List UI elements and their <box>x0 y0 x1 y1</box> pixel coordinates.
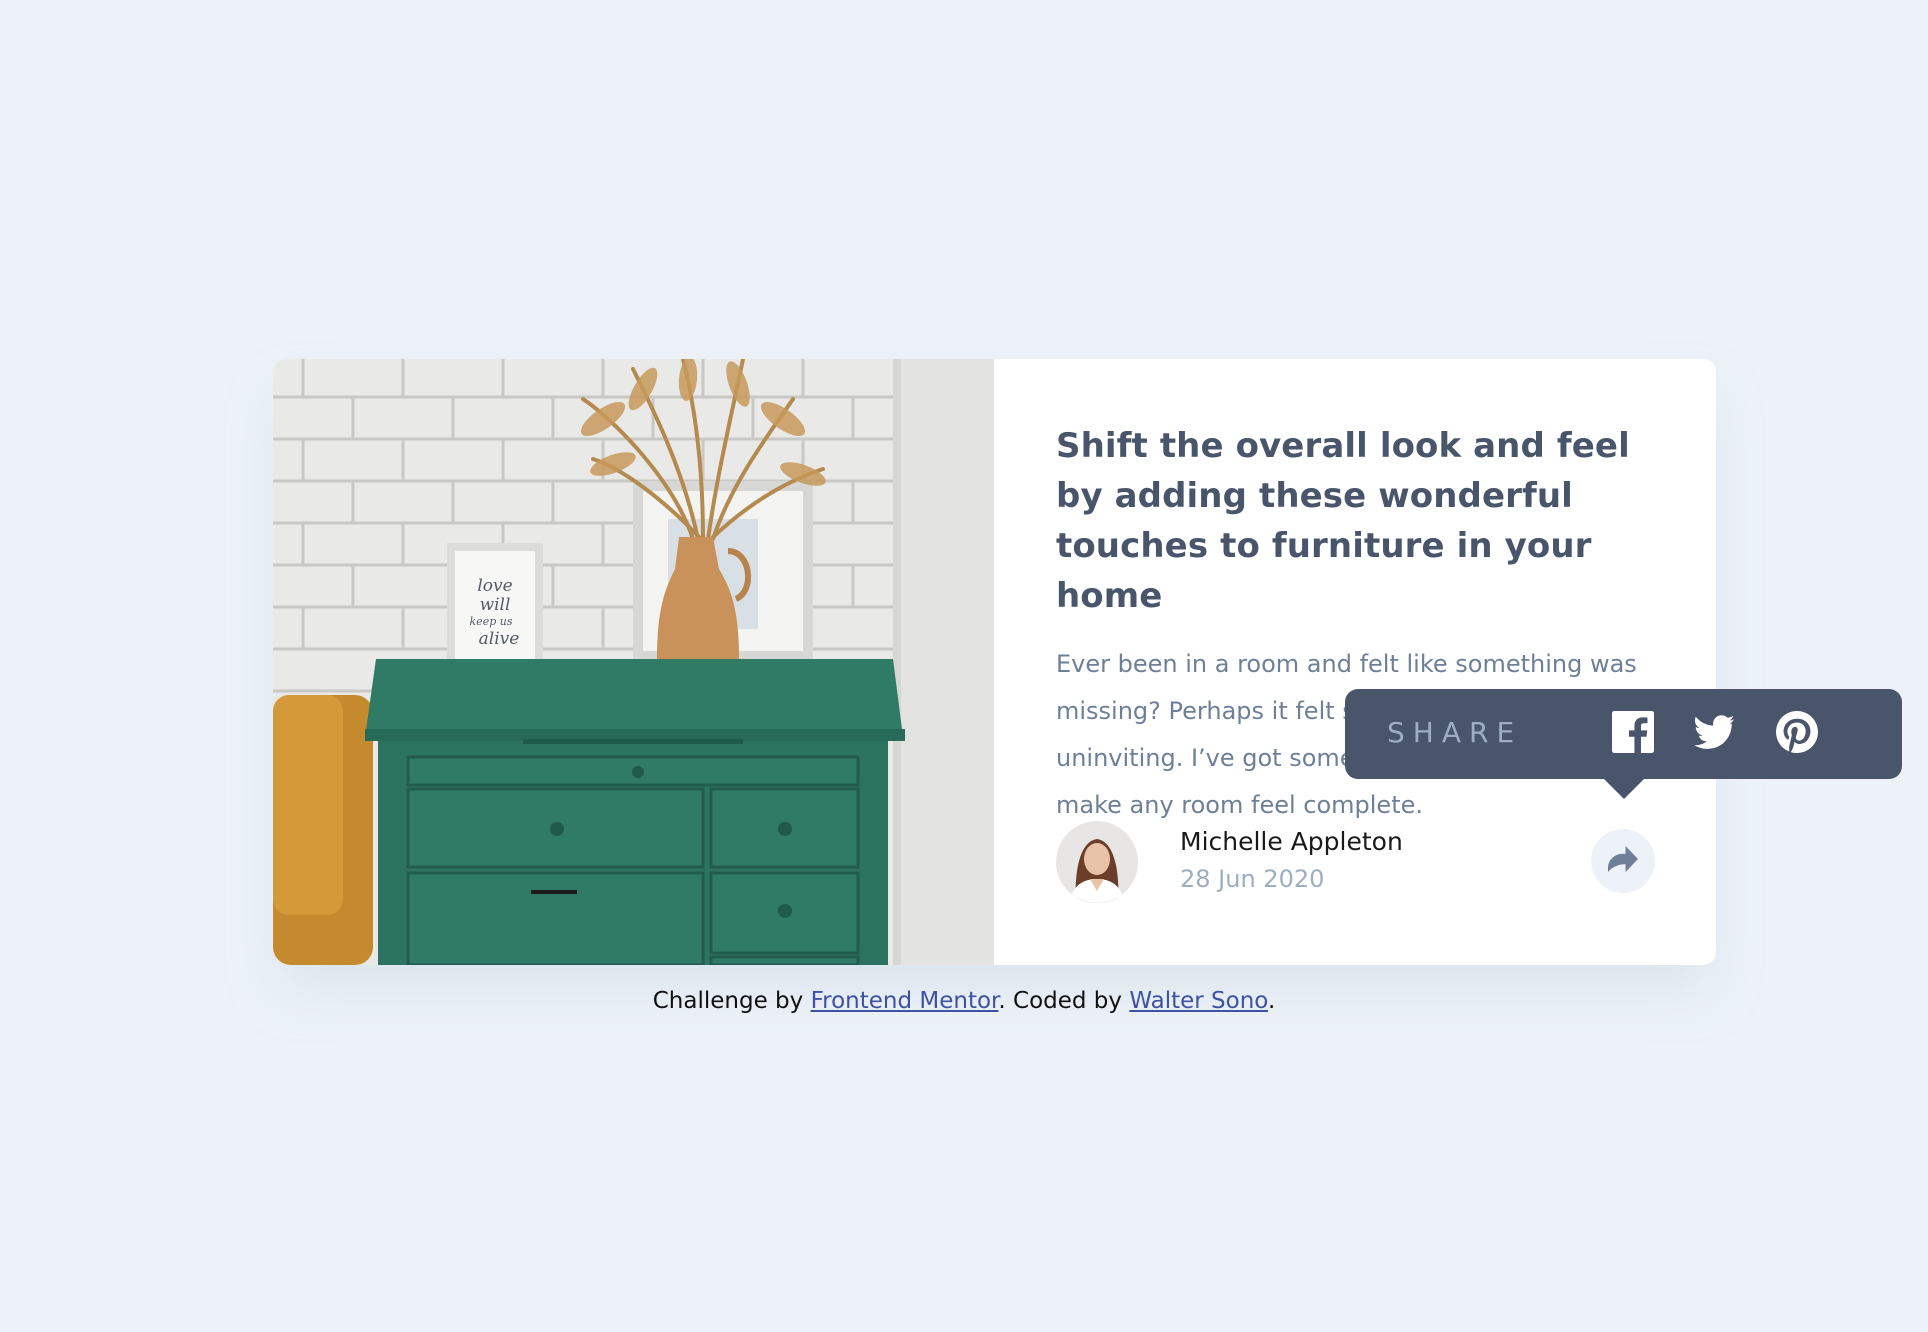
article-title: Shift the overall look and feel by addin… <box>1056 426 1630 616</box>
share-icon <box>1608 846 1638 876</box>
share-label: SHARE <box>1387 716 1523 749</box>
footer-prefix: Challenge by <box>652 988 811 1014</box>
footer-suffix: . <box>1267 988 1276 1014</box>
svg-text:alive: alive <box>479 629 520 649</box>
article-card: love will keep us alive Shift the overal… <box>273 359 1716 965</box>
author-link[interactable]: Walter Sono <box>1129 988 1268 1014</box>
share-tooltip: SHARE <box>1345 689 1902 799</box>
frontend-mentor-link[interactable]: Frontend Mentor <box>811 988 999 1014</box>
svg-text:love: love <box>477 576 512 596</box>
twitter-icon[interactable] <box>1692 709 1738 755</box>
footer-middle: . Coded by <box>998 988 1130 1014</box>
author-name: Michelle Appleton <box>1180 827 1403 856</box>
pinterest-icon[interactable] <box>1774 709 1820 755</box>
author-row: Michelle Appleton 28 Jun 2020 <box>1056 821 1656 905</box>
svg-text:will: will <box>480 595 511 615</box>
article-image: love will keep us alive <box>273 359 994 965</box>
article-date: 28 Jun 2020 <box>1180 865 1325 893</box>
facebook-icon[interactable] <box>1610 709 1656 755</box>
svg-text:keep us: keep us <box>470 615 513 628</box>
attribution-footer: Challenge by Frontend Mentor. Coded by W… <box>0 988 1928 1014</box>
author-avatar <box>1056 821 1138 903</box>
share-button[interactable] <box>1591 829 1655 893</box>
